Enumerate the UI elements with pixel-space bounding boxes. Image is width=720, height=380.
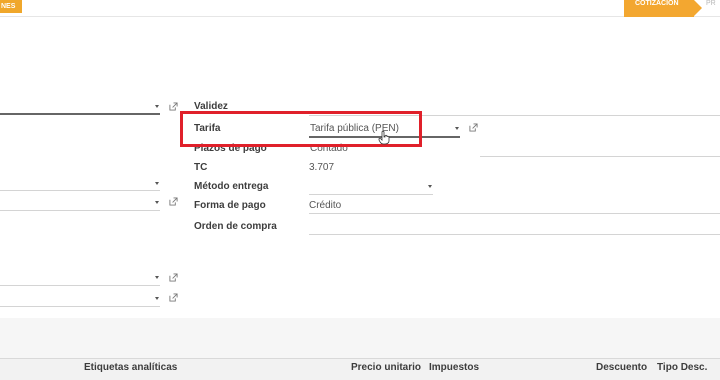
external-link-icon[interactable] xyxy=(469,123,478,132)
metodo-entrega-label: Método entrega xyxy=(194,181,269,192)
orden-compra-label: Orden de compra xyxy=(194,221,277,232)
tarifa-divider xyxy=(480,156,720,157)
col-descuento[interactable]: Descuento xyxy=(596,362,647,373)
external-link-icon[interactable] xyxy=(169,273,178,282)
forma-pago-value[interactable]: Crédito xyxy=(309,200,341,211)
address-field[interactable] xyxy=(0,190,160,191)
chevron-down-icon[interactable] xyxy=(155,105,159,108)
statusbar: NES COTIZACIÓN PR xyxy=(0,0,720,17)
forma-pago-field[interactable] xyxy=(309,213,720,214)
external-link-icon[interactable] xyxy=(169,102,178,111)
footer-band xyxy=(0,318,720,358)
chevron-down-icon[interactable] xyxy=(428,185,432,188)
contact-field[interactable] xyxy=(0,285,160,286)
status-cotizacion[interactable]: COTIZACIÓN xyxy=(624,0,702,17)
tc-value: 3.707 xyxy=(309,162,335,173)
chevron-down-icon[interactable] xyxy=(155,182,159,185)
col-precio-unitario[interactable]: Precio unitario xyxy=(351,362,421,373)
chevron-down-icon[interactable] xyxy=(155,276,159,279)
col-etiquetas-analiticas[interactable]: Etiquetas analíticas xyxy=(84,362,177,373)
external-link-icon[interactable] xyxy=(169,197,178,206)
external-link-icon[interactable] xyxy=(169,293,178,302)
chevron-down-icon[interactable] xyxy=(155,297,159,300)
seller-field[interactable] xyxy=(0,306,160,307)
col-impuestos[interactable]: Impuestos xyxy=(429,362,479,373)
hand-cursor-icon xyxy=(378,131,390,145)
status-next[interactable]: PR xyxy=(706,0,716,8)
metodo-entrega-field[interactable] xyxy=(309,194,433,195)
col-tipo-desc[interactable]: Tipo Desc. xyxy=(657,362,707,373)
customer-field[interactable] xyxy=(0,113,160,115)
tc-label: TC xyxy=(194,162,208,173)
chevron-down-icon[interactable] xyxy=(455,127,459,130)
shipping-field[interactable] xyxy=(0,210,160,211)
orden-compra-field[interactable] xyxy=(309,234,720,235)
chevron-down-icon[interactable] xyxy=(155,201,159,204)
action-button[interactable]: NES xyxy=(0,0,22,13)
forma-pago-label: Forma de pago xyxy=(194,200,266,211)
